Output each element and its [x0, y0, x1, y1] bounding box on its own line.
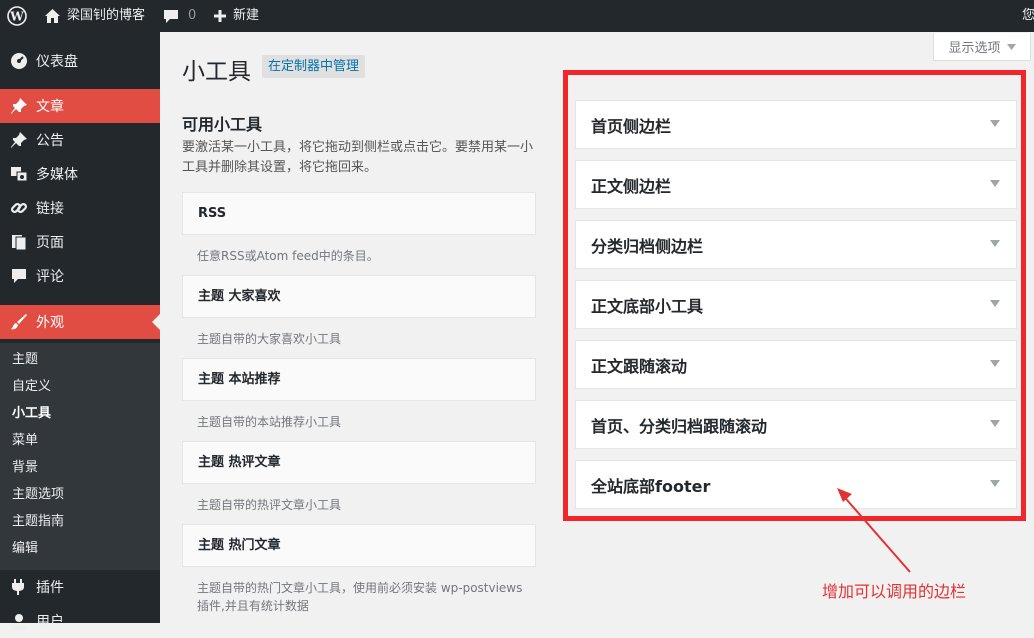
dashboard-icon [9, 51, 29, 71]
widget-description: 任意RSS或Atom feed中的条目。 [197, 249, 379, 263]
widget-description: 主题自带的大家喜欢小工具 [197, 332, 342, 346]
submenu-widgets[interactable]: 小工具 [12, 400, 51, 427]
site-name-link[interactable]: 梁国钊的博客 [44, 0, 145, 32]
wordpress-logo-icon[interactable]: W [7, 0, 27, 32]
menu-label: 外观 [36, 315, 64, 331]
pin-icon [9, 96, 29, 116]
menu-users[interactable]: 用户 [0, 604, 160, 638]
menu-media[interactable]: 多媒体 [0, 157, 160, 191]
menu-pages[interactable]: 页面 [0, 225, 160, 259]
menu-label: 仪表盘 [36, 54, 78, 70]
available-widgets-title: 可用小工具 [182, 115, 263, 134]
menu-comments[interactable]: 评论 [0, 259, 160, 293]
manage-in-customizer-button[interactable]: 在定制器中管理 [262, 55, 366, 78]
comment-bubble-icon [163, 8, 179, 24]
annotation-arrow-icon [837, 488, 911, 573]
annotation-text: 增加可以调用的边栏 [822, 582, 967, 601]
menu-label: 链接 [36, 201, 64, 217]
brush-icon [9, 312, 29, 332]
current-menu-pointer [152, 314, 160, 330]
widget-hot-comments[interactable]: 主题 热评文章 [182, 441, 536, 484]
submenu-customize[interactable]: 自定义 [12, 373, 51, 400]
admin-sidebar: 仪表盘 文章 公告 多媒体 链接 页面 评论 外观 主题 自定义 小工具 菜单 … [0, 32, 160, 630]
link-icon [9, 198, 29, 218]
widget-hot-posts[interactable]: 主题 热门文章 [182, 524, 536, 567]
plugin-icon [9, 577, 29, 597]
comment-icon [9, 266, 29, 286]
admin-bar: W 梁国钊的博客 0 新建 您 [0, 0, 1034, 32]
user-greeting: 您 [1022, 8, 1034, 23]
plus-icon [213, 9, 227, 23]
menu-dashboard[interactable]: 仪表盘 [0, 44, 160, 78]
submenu-menus[interactable]: 菜单 [12, 427, 38, 454]
screen-options-button[interactable]: 显示选项 [933, 33, 1031, 61]
page-title: 小工具 [182, 59, 251, 85]
menu-posts[interactable]: 文章 [0, 89, 160, 123]
pin-icon [9, 130, 29, 150]
menu-label: 文章 [36, 99, 64, 115]
chevron-down-icon [1006, 39, 1016, 54]
widget-description: 主题自带的热评文章小工具 [197, 498, 342, 512]
widget-site-recommend[interactable]: 主题 本站推荐 [182, 358, 536, 401]
widget-rss[interactable]: RSS [182, 192, 536, 235]
pages-icon [9, 232, 29, 252]
appearance-submenu: 主题 自定义 小工具 菜单 背景 主题选项 主题指南 编辑 [0, 343, 160, 570]
user-account-link[interactable]: 您 [1022, 0, 1034, 32]
menu-announcements[interactable]: 公告 [0, 123, 160, 157]
submenu-theme-options[interactable]: 主题选项 [12, 481, 64, 508]
home-icon [44, 8, 61, 24]
new-label: 新建 [233, 8, 260, 23]
available-widgets-description: 要激活某一小工具，将它拖动到侧栏或点击它。要禁用某一小工具并删除其设置，将它拖回… [182, 140, 534, 175]
widget-description: 主题自带的本站推荐小工具 [197, 415, 342, 429]
highlight-frame [563, 70, 1026, 521]
widget-description: 主题自带的热门文章小工具，使用前必须安装 wp-postviews 插件,并且有… [197, 581, 523, 613]
menu-label: 插件 [36, 580, 64, 596]
media-icon [9, 164, 29, 184]
site-name: 梁国钊的博客 [67, 8, 146, 23]
submenu-background[interactable]: 背景 [12, 454, 38, 481]
comments-link[interactable]: 0 [163, 0, 196, 32]
submenu-theme-guide[interactable]: 主题指南 [12, 508, 64, 535]
user-icon [9, 611, 29, 631]
screen-options-label: 显示选项 [948, 41, 1001, 56]
menu-label: 评论 [36, 269, 64, 285]
menu-links[interactable]: 链接 [0, 191, 160, 225]
comments-count: 0 [188, 8, 197, 23]
menu-label: 公告 [36, 133, 64, 149]
widget-popular-liked[interactable]: 主题 大家喜欢 [182, 275, 536, 318]
menu-plugins[interactable]: 插件 [0, 570, 160, 604]
submenu-themes[interactable]: 主题 [12, 346, 38, 373]
submenu-editor[interactable]: 编辑 [12, 535, 38, 562]
menu-appearance[interactable]: 外观 [0, 305, 160, 339]
menu-label: 多媒体 [36, 167, 78, 183]
menu-label: 页面 [36, 235, 64, 251]
new-content-link[interactable]: 新建 [213, 0, 259, 32]
svg-text:W: W [9, 10, 24, 24]
menu-label: 用户 [36, 614, 64, 630]
